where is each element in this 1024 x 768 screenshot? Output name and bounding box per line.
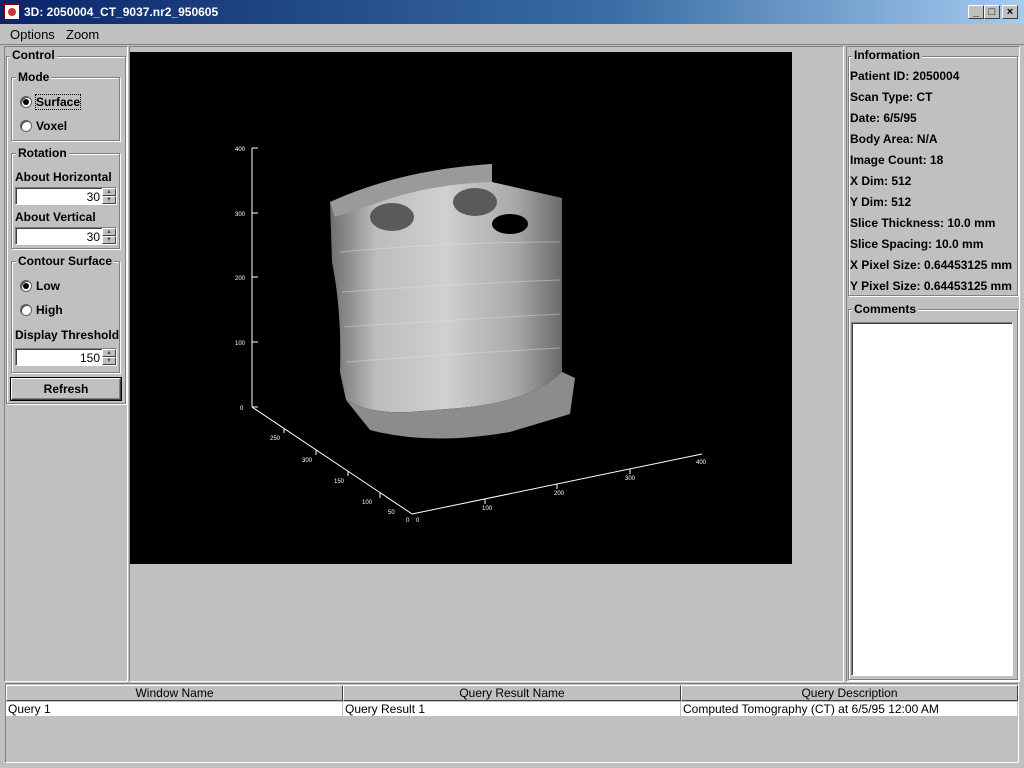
z-tick-label: 100 bbox=[235, 341, 246, 347]
comments-title: Comments bbox=[852, 302, 919, 316]
y-tick-label: 250 bbox=[270, 436, 281, 442]
menu-options[interactable]: Options bbox=[10, 27, 55, 42]
ct-cavity-right bbox=[453, 188, 497, 216]
info-slice-thickness: Slice Thickness: 10.0 mm bbox=[850, 216, 996, 230]
threshold-spinner[interactable]: 150 ▲ ▼ bbox=[15, 348, 117, 366]
spin-down-icon[interactable]: ▼ bbox=[102, 196, 116, 204]
horizontal-rotation-spinner[interactable]: 30 ▲ ▼ bbox=[15, 187, 117, 205]
table-cell-query-result-name[interactable]: Query Result 1 bbox=[343, 702, 681, 717]
ct-opening bbox=[492, 214, 528, 234]
surface-radio-label[interactable]: Surface bbox=[34, 94, 82, 110]
info-scan-type: Scan Type: CT bbox=[850, 90, 933, 104]
mode-title: Mode bbox=[16, 70, 52, 84]
info-body-area: Body Area: N/A bbox=[850, 132, 938, 146]
info-image-count: Image Count: 18 bbox=[850, 153, 944, 167]
control-title: Control bbox=[10, 48, 57, 62]
vertical-rotation-value[interactable]: 30 bbox=[87, 230, 100, 244]
table-cell-query-description[interactable]: Computed Tomography (CT) at 6/5/95 12:00… bbox=[681, 702, 1018, 717]
information-title: Information bbox=[852, 48, 922, 62]
refresh-button[interactable]: Refresh bbox=[11, 378, 121, 400]
column-header-window-name[interactable]: Window Name bbox=[6, 685, 343, 701]
x-tick-label: 100 bbox=[482, 506, 493, 512]
column-header-query-description[interactable]: Query Description bbox=[681, 685, 1018, 701]
3d-viewport[interactable]: 400 300 200 100 0 250 300 150 100 50 0 0… bbox=[130, 52, 792, 564]
minimize-button[interactable]: _ bbox=[968, 5, 984, 19]
info-x-pixel-size: X Pixel Size: 0.64453125 mm bbox=[850, 258, 1013, 272]
close-button[interactable]: × bbox=[1002, 5, 1018, 19]
info-date: Date: 6/5/95 bbox=[850, 111, 917, 125]
title-bar: 3D: 2050004_CT_9037.nr2_950605 _ □ × bbox=[0, 0, 1024, 24]
y-tick-label: 150 bbox=[334, 479, 345, 485]
contour-title: Contour Surface bbox=[16, 254, 115, 268]
query-table: Window Name Query Result Name Query Desc… bbox=[5, 683, 1019, 763]
spin-down-icon[interactable]: ▼ bbox=[102, 236, 116, 244]
volume-render: 400 300 200 100 0 250 300 150 100 50 0 0… bbox=[235, 147, 707, 524]
menu-bar: Options Zoom bbox=[0, 24, 1024, 45]
maximize-button[interactable]: □ bbox=[984, 5, 1000, 19]
surface-radio[interactable] bbox=[20, 96, 32, 108]
spin-up-icon[interactable]: ▲ bbox=[102, 228, 116, 236]
spin-down-icon[interactable]: ▼ bbox=[102, 357, 116, 365]
window-title: 3D: 2050004_CT_9037.nr2_950605 bbox=[24, 5, 219, 19]
rotation-title: Rotation bbox=[16, 146, 69, 160]
high-radio[interactable] bbox=[20, 304, 32, 316]
menu-zoom[interactable]: Zoom bbox=[66, 27, 99, 42]
horizontal-rotation-value[interactable]: 30 bbox=[87, 190, 100, 204]
column-header-query-result-name[interactable]: Query Result Name bbox=[343, 685, 681, 701]
y-tick-label: 50 bbox=[388, 510, 395, 516]
high-radio-label[interactable]: High bbox=[36, 303, 63, 317]
x-tick-label: 0 bbox=[416, 518, 420, 524]
low-radio-label[interactable]: Low bbox=[36, 279, 60, 293]
info-patient-id: Patient ID: 2050004 bbox=[850, 69, 960, 83]
info-y-pixel-size: Y Pixel Size: 0.64453125 mm bbox=[850, 279, 1012, 293]
x-tick-label: 400 bbox=[696, 460, 707, 466]
voxel-radio[interactable] bbox=[20, 120, 32, 132]
info-y-dim: Y Dim: 512 bbox=[850, 195, 912, 209]
comments-textarea[interactable] bbox=[851, 322, 1013, 676]
table-cell-window-name[interactable]: Query 1 bbox=[6, 702, 343, 717]
x-tick-label: 300 bbox=[625, 476, 636, 482]
threshold-value[interactable]: 150 bbox=[80, 351, 100, 365]
display-threshold-label: Display Threshold bbox=[15, 328, 120, 342]
spin-up-icon[interactable]: ▲ bbox=[102, 188, 116, 196]
y-tick-label: 100 bbox=[362, 500, 373, 506]
voxel-radio-label[interactable]: Voxel bbox=[36, 119, 67, 133]
y-tick-label: 300 bbox=[302, 458, 313, 464]
x-tick-label: 200 bbox=[554, 491, 565, 497]
ct-cavity-left bbox=[370, 203, 414, 231]
about-horizontal-label: About Horizontal bbox=[15, 170, 112, 184]
z-tick-label: 0 bbox=[240, 406, 244, 412]
spin-up-icon[interactable]: ▲ bbox=[102, 349, 116, 357]
info-x-dim: X Dim: 512 bbox=[850, 174, 912, 188]
about-vertical-label: About Vertical bbox=[15, 210, 96, 224]
info-slice-spacing: Slice Spacing: 10.0 mm bbox=[850, 237, 984, 251]
vertical-rotation-spinner[interactable]: 30 ▲ ▼ bbox=[15, 227, 117, 245]
z-tick-label: 400 bbox=[235, 147, 246, 153]
z-tick-label: 200 bbox=[235, 276, 246, 282]
y-tick-label: 0 bbox=[406, 518, 410, 524]
low-radio[interactable] bbox=[20, 280, 32, 292]
z-tick-label: 300 bbox=[235, 212, 246, 218]
app-icon[interactable] bbox=[4, 4, 20, 20]
